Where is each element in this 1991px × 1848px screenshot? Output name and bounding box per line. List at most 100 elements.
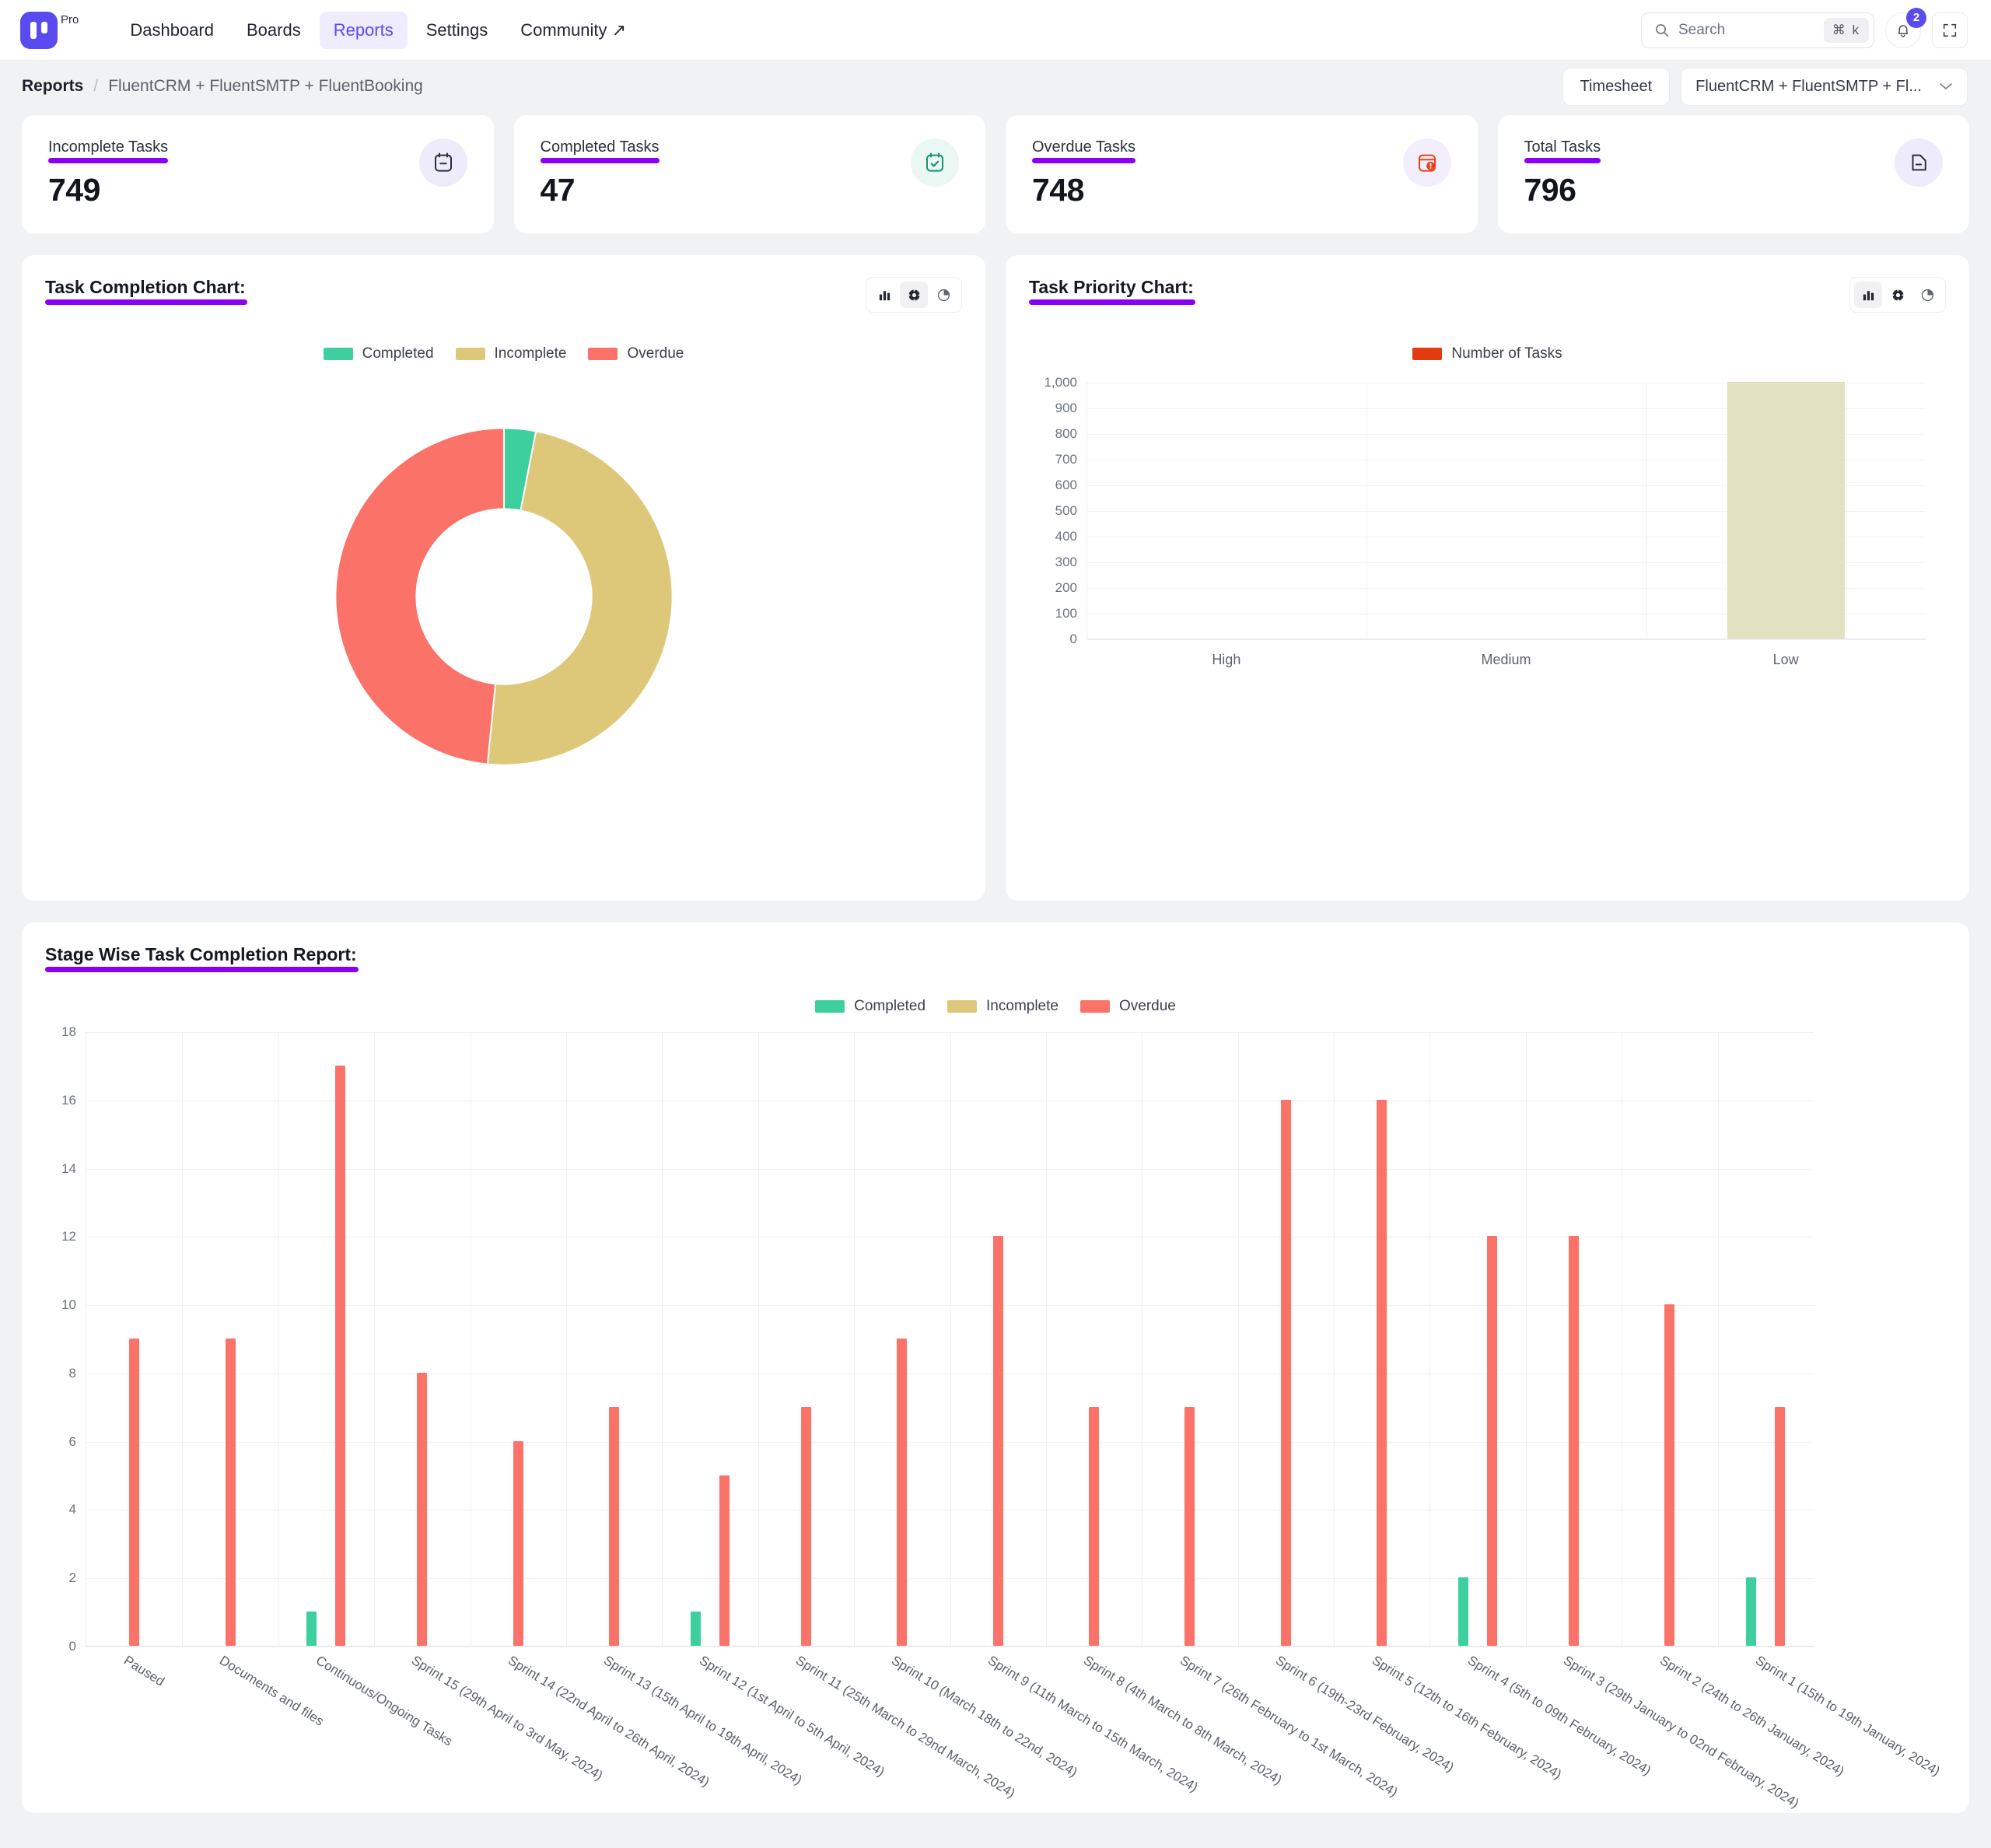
nav-item-settings[interactable]: Settings	[412, 12, 502, 49]
stage-bar-overdue[interactable]	[417, 1372, 428, 1646]
fullscreen-button[interactable]	[1932, 12, 1968, 48]
y-tick-label: 700	[1055, 452, 1077, 467]
stage-wise-panel: Stage Wise Task Completion Report: Compl…	[22, 922, 1969, 1813]
legend-item-completed: Completed	[323, 345, 434, 362]
nav-item-community[interactable]: Community ↗	[506, 12, 640, 49]
legend-swatch	[588, 348, 618, 360]
stage-bar-overdue[interactable]	[897, 1339, 908, 1646]
priority-plot-area	[1086, 382, 1926, 640]
donut-chart-icon	[1891, 288, 1905, 302]
donut-svg	[334, 427, 674, 766]
stage-bar-overdue[interactable]	[1184, 1406, 1195, 1646]
stage-bar-overdue[interactable]	[1280, 1099, 1291, 1646]
legend-item-completed: Completed	[815, 998, 926, 1015]
top-navigation-bar: Pro Dashboard Boards Reports Settings Co…	[0, 0, 1991, 61]
task-completion-title: Task Completion Chart:	[45, 277, 247, 305]
y-tick-label: 18	[61, 1024, 76, 1039]
notifications-button[interactable]: 2	[1885, 7, 1926, 48]
legend-swatch	[1412, 348, 1443, 360]
stage-bar-overdue[interactable]	[129, 1339, 140, 1646]
pie-view-button[interactable]	[1913, 282, 1941, 308]
breadcrumb-separator: /	[93, 77, 99, 95]
bar-view-button[interactable]	[870, 282, 898, 308]
stat-label: Total Tasks	[1524, 138, 1601, 163]
breadcrumb-root[interactable]: Reports	[22, 77, 83, 96]
breadcrumb-actions: Timesheet FluentCRM + FluentSMTP + Fl...	[1562, 67, 1968, 106]
stage-bar-overdue[interactable]	[1089, 1406, 1100, 1646]
brand-logo[interactable]: Pro	[20, 11, 79, 49]
y-tick-label: 2	[68, 1570, 76, 1586]
stage-bar-overdue[interactable]	[609, 1406, 620, 1646]
stat-value: 749	[48, 172, 100, 208]
pie-chart-icon	[937, 289, 950, 301]
gridline	[1045, 1032, 1047, 1646]
donut-slice-overdue[interactable]	[334, 427, 505, 765]
stat-card-overdue-tasks[interactable]: Overdue Tasks 748	[1006, 115, 1478, 233]
bar-chart-icon	[879, 290, 890, 300]
task-completion-legend: Completed Incomplete Overdue	[22, 345, 985, 362]
stage-bar-overdue[interactable]	[800, 1406, 811, 1646]
y-tick-label: 16	[61, 1092, 76, 1108]
y-tick-label: 14	[61, 1160, 76, 1176]
bar-view-button[interactable]	[1854, 282, 1882, 308]
stage-bar-overdue[interactable]	[1775, 1406, 1786, 1646]
stage-bar-overdue[interactable]	[513, 1440, 523, 1646]
y-tick-label: 10	[61, 1297, 76, 1313]
legend-item-incomplete: Incomplete	[455, 345, 566, 362]
y-tick-label: 400	[1055, 529, 1077, 544]
stat-card-completed-tasks[interactable]: Completed Tasks 47	[513, 115, 985, 233]
donut-view-button[interactable]	[900, 282, 928, 308]
stat-label: Completed Tasks	[540, 138, 660, 163]
legend-swatch	[323, 348, 353, 360]
legend-item-overdue: Overdue	[588, 345, 684, 362]
legend-swatch	[1079, 1000, 1110, 1013]
stage-bar-overdue[interactable]	[719, 1475, 730, 1646]
fullscreen-icon	[1943, 23, 1957, 37]
y-tick-label: 200	[1055, 580, 1077, 595]
nav-item-reports[interactable]: Reports	[319, 11, 408, 49]
priority-bar-low[interactable]	[1727, 382, 1845, 639]
x-tick-label: Paused	[121, 1653, 167, 1689]
search-icon	[1656, 23, 1669, 37]
y-tick-label: 8	[68, 1365, 76, 1381]
donut-chart-icon	[907, 288, 921, 302]
y-tick-label: 6	[68, 1433, 76, 1449]
task-priority-view-switcher	[1849, 277, 1946, 313]
stat-value: 796	[1524, 172, 1576, 208]
stage-bar-overdue[interactable]	[335, 1065, 346, 1646]
y-tick-label: 600	[1055, 478, 1077, 492]
search-input[interactable]: Search ⌘ k	[1641, 12, 1874, 48]
stage-bar-completed[interactable]	[691, 1612, 702, 1646]
x-tick-label: High	[1212, 652, 1241, 667]
nav-item-boards[interactable]: Boards	[233, 12, 315, 49]
charts-row: Task Completion Chart: Completed Incompl…	[0, 255, 1991, 901]
stage-bar-overdue[interactable]	[1377, 1099, 1387, 1646]
gridline	[1646, 383, 1647, 639]
y-tick-label: 500	[1055, 503, 1077, 518]
y-tick-label: 900	[1055, 401, 1077, 415]
gridline	[565, 1032, 567, 1646]
notification-count-badge: 2	[1906, 7, 1926, 28]
stage-bar-overdue[interactable]	[1487, 1236, 1498, 1646]
x-tick-label: Sprint 13 (15th April to 19th April, 202…	[600, 1653, 805, 1788]
project-select[interactable]: FluentCRM + FluentSMTP + Fl...	[1681, 67, 1968, 106]
y-tick-label: 1,000	[1044, 375, 1077, 390]
stage-bar-overdue[interactable]	[992, 1236, 1003, 1646]
x-tick-label: Sprint 1 (15th to 19th January, 2024)	[1753, 1653, 1944, 1780]
pie-chart-icon	[1921, 289, 1933, 301]
stage-bar-completed[interactable]	[306, 1612, 317, 1646]
pie-view-button[interactable]	[929, 282, 957, 308]
stage-bar-overdue[interactable]	[1569, 1236, 1580, 1646]
gridline	[1334, 1032, 1335, 1646]
gridline	[662, 1032, 663, 1646]
stage-bar-overdue[interactable]	[1664, 1304, 1675, 1646]
stage-bar-completed[interactable]	[1746, 1577, 1757, 1646]
stage-bar-completed[interactable]	[1458, 1577, 1469, 1646]
stage-bar-overdue[interactable]	[225, 1339, 236, 1646]
timesheet-button[interactable]: Timesheet	[1562, 67, 1671, 106]
gridline	[854, 1032, 856, 1646]
nav-item-dashboard[interactable]: Dashboard	[116, 12, 228, 49]
stat-card-total-tasks[interactable]: Total Tasks 796	[1497, 115, 1969, 233]
stat-card-incomplete-tasks[interactable]: Incomplete Tasks 749	[22, 115, 494, 233]
donut-view-button[interactable]	[1884, 282, 1912, 308]
